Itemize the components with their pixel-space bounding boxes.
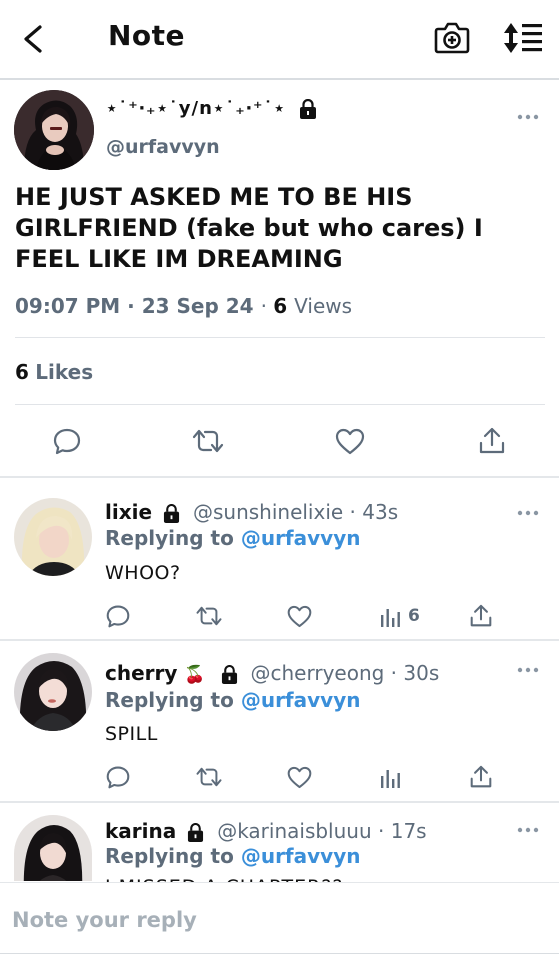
divider — [0, 476, 559, 478]
share-icon[interactable] — [470, 603, 492, 629]
reply-author: cherry 🍒 @cherryeong · 30s — [105, 661, 439, 685]
replying-label: Replying to — [105, 526, 234, 550]
likes-label: Likes — [35, 360, 94, 384]
views-count: 6 — [273, 294, 288, 318]
top-bar: Note — [0, 0, 559, 80]
retweet-icon[interactable] — [191, 428, 225, 454]
share-icon[interactable] — [470, 764, 492, 790]
avatar[interactable] — [14, 815, 92, 881]
replying-label: Replying to — [105, 844, 234, 868]
chevron-left-icon[interactable] — [20, 24, 46, 54]
avatar[interactable] — [14, 90, 94, 170]
note-date: 23 Sep 24 — [141, 294, 254, 318]
likes-count: 6 — [15, 360, 29, 384]
reply-icon[interactable] — [106, 604, 130, 628]
divider — [0, 953, 559, 954]
divider — [0, 801, 559, 803]
more-icon[interactable] — [516, 508, 540, 518]
note-time: 09:07 PM — [15, 294, 121, 318]
mention-link[interactable]: @urfavvyn — [241, 526, 361, 550]
reply-input[interactable] — [12, 903, 542, 937]
reply-icon[interactable] — [106, 765, 130, 789]
mention-link[interactable]: @urfavvyn — [241, 688, 361, 712]
reply-author: karina @karinaisbluuu · 17s — [105, 819, 427, 843]
replying-to: Replying to @urfavvyn — [105, 688, 360, 712]
mention-link[interactable]: @urfavvyn — [241, 844, 361, 868]
reply-name[interactable]: karina — [105, 819, 176, 843]
note-text: HE JUST ASKED ME TO BE HIS GIRLFRIEND (f… — [15, 183, 483, 273]
sort-icon[interactable] — [503, 22, 543, 54]
reply-text: WHOO? — [105, 562, 181, 584]
avatar[interactable] — [14, 653, 92, 731]
lock-icon — [188, 823, 204, 842]
views-label: Views — [294, 294, 353, 318]
handle[interactable]: @urfavvyn — [106, 136, 220, 158]
display-name-text: ⋆˙⁺‧₊⋆˙y/n⋆˙₊‧⁺˙⋆ — [106, 98, 286, 119]
page-title: Note — [108, 19, 186, 52]
display-name: ⋆˙⁺‧₊⋆˙y/n⋆˙₊‧⁺˙⋆ — [106, 98, 317, 119]
reply-composer — [0, 882, 559, 960]
share-icon[interactable] — [479, 426, 505, 456]
heart-icon[interactable] — [287, 605, 312, 628]
more-icon[interactable] — [516, 825, 540, 835]
reply-author: lixie @sunshinelixie · 43s — [105, 500, 398, 524]
reply-text: SPILL — [105, 723, 158, 745]
divider — [15, 337, 545, 338]
lock-icon — [163, 504, 180, 523]
lock-icon — [221, 665, 237, 684]
more-icon[interactable] — [516, 665, 540, 675]
views-chart-icon[interactable] — [380, 767, 402, 789]
lock-icon — [300, 99, 317, 119]
camera-add-icon[interactable] — [434, 20, 470, 54]
reply-handle: @cherryeong · 30s — [250, 661, 440, 685]
divider — [15, 404, 545, 405]
reply-views-count: 6 — [408, 606, 420, 626]
views-chart-icon[interactable] — [380, 606, 402, 628]
cherry-emoji: 🍒 — [184, 665, 206, 685]
replying-label: Replying to — [105, 688, 234, 712]
replying-to: Replying to @urfavvyn — [105, 844, 360, 868]
avatar[interactable] — [14, 498, 92, 576]
note-meta: 09:07 PM · 23 Sep 24 · 6 Views — [15, 294, 353, 318]
heart-icon[interactable] — [287, 766, 312, 789]
retweet-icon[interactable] — [195, 605, 223, 627]
divider — [0, 639, 559, 641]
replying-to: Replying to @urfavvyn — [105, 526, 360, 550]
reply-name[interactable]: lixie — [105, 500, 152, 524]
retweet-icon[interactable] — [195, 766, 223, 788]
reply-handle: @sunshinelixie · 43s — [192, 500, 399, 524]
reply-handle: @karinaisbluuu · 17s — [217, 819, 427, 843]
reply-name[interactable]: cherry — [105, 661, 177, 685]
likes-row[interactable]: 6 Likes — [15, 360, 93, 384]
reply-icon[interactable] — [53, 427, 81, 455]
heart-icon[interactable] — [335, 428, 365, 455]
more-icon[interactable] — [516, 112, 540, 122]
